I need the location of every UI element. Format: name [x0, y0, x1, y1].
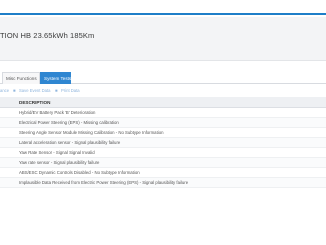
row-description: Steering Angle Sensor Module Missing Cal…	[19, 130, 164, 135]
row-description: Lateral acceleration sensor - Signal pla…	[19, 140, 121, 145]
toolbar-item-clearance[interactable]: ance	[0, 87, 9, 95]
save-icon[interactable]: ■	[13, 87, 16, 95]
table-row[interactable]: Implausible Data Received from Electric …	[0, 178, 326, 188]
top-bar	[0, 0, 326, 15]
table-row[interactable]: Lateral acceleration sensor - Signal pla…	[0, 138, 326, 148]
row-description: Yaw Rate Sensor - Signal Signal Invalid	[19, 150, 95, 155]
table-header: DESCRIPTION	[0, 97, 326, 108]
row-description: Hybrid/EV Battery Pack 'B' Deterioration	[19, 110, 96, 115]
column-header-description: DESCRIPTION	[19, 100, 51, 105]
tab-bar: Misc Functions System Tests	[0, 72, 326, 84]
tab-misc-functions[interactable]: Misc Functions	[2, 72, 40, 84]
vehicle-title: TION HB 23.65kWh 185Km	[0, 31, 95, 40]
save-event-data-button[interactable]: Save Event Data	[19, 87, 50, 95]
table-body: Hybrid/EV Battery Pack 'B' Deterioration…	[0, 108, 326, 188]
row-description: Yaw rate sensor - Signal plausibility fa…	[19, 160, 100, 165]
tab-system-tests[interactable]: System Tests	[40, 72, 71, 84]
print-data-button[interactable]: Print Data	[61, 87, 80, 95]
print-icon[interactable]: ■	[55, 87, 58, 95]
page: TION HB 23.65kWh 185Km Misc Functions Sy…	[0, 0, 326, 245]
row-description: ABS/ESC Dynamic Controls Disabled - No S…	[19, 170, 140, 175]
vehicle-header: TION HB 23.65kWh 185Km	[0, 17, 326, 61]
table-row[interactable]: Yaw rate sensor - Signal plausibility fa…	[0, 158, 326, 168]
table-row[interactable]: Yaw Rate Sensor - Signal Signal Invalid	[0, 148, 326, 158]
toolbar: ance ■ Save Event Data ■ Print Data	[0, 87, 200, 95]
table-row[interactable]: ABS/ESC Dynamic Controls Disabled - No S…	[0, 168, 326, 178]
dtc-table: DESCRIPTION Hybrid/EV Battery Pack 'B' D…	[0, 97, 326, 188]
row-description: Implausible Data Received from Electric …	[19, 180, 189, 185]
table-row[interactable]: Steering Angle Sensor Module Missing Cal…	[0, 128, 326, 138]
row-description: Electrical Power Steering (EPS) - Missin…	[19, 120, 119, 125]
table-row[interactable]: Hybrid/EV Battery Pack 'B' Deterioration	[0, 108, 326, 118]
table-row[interactable]: Electrical Power Steering (EPS) - Missin…	[0, 118, 326, 128]
